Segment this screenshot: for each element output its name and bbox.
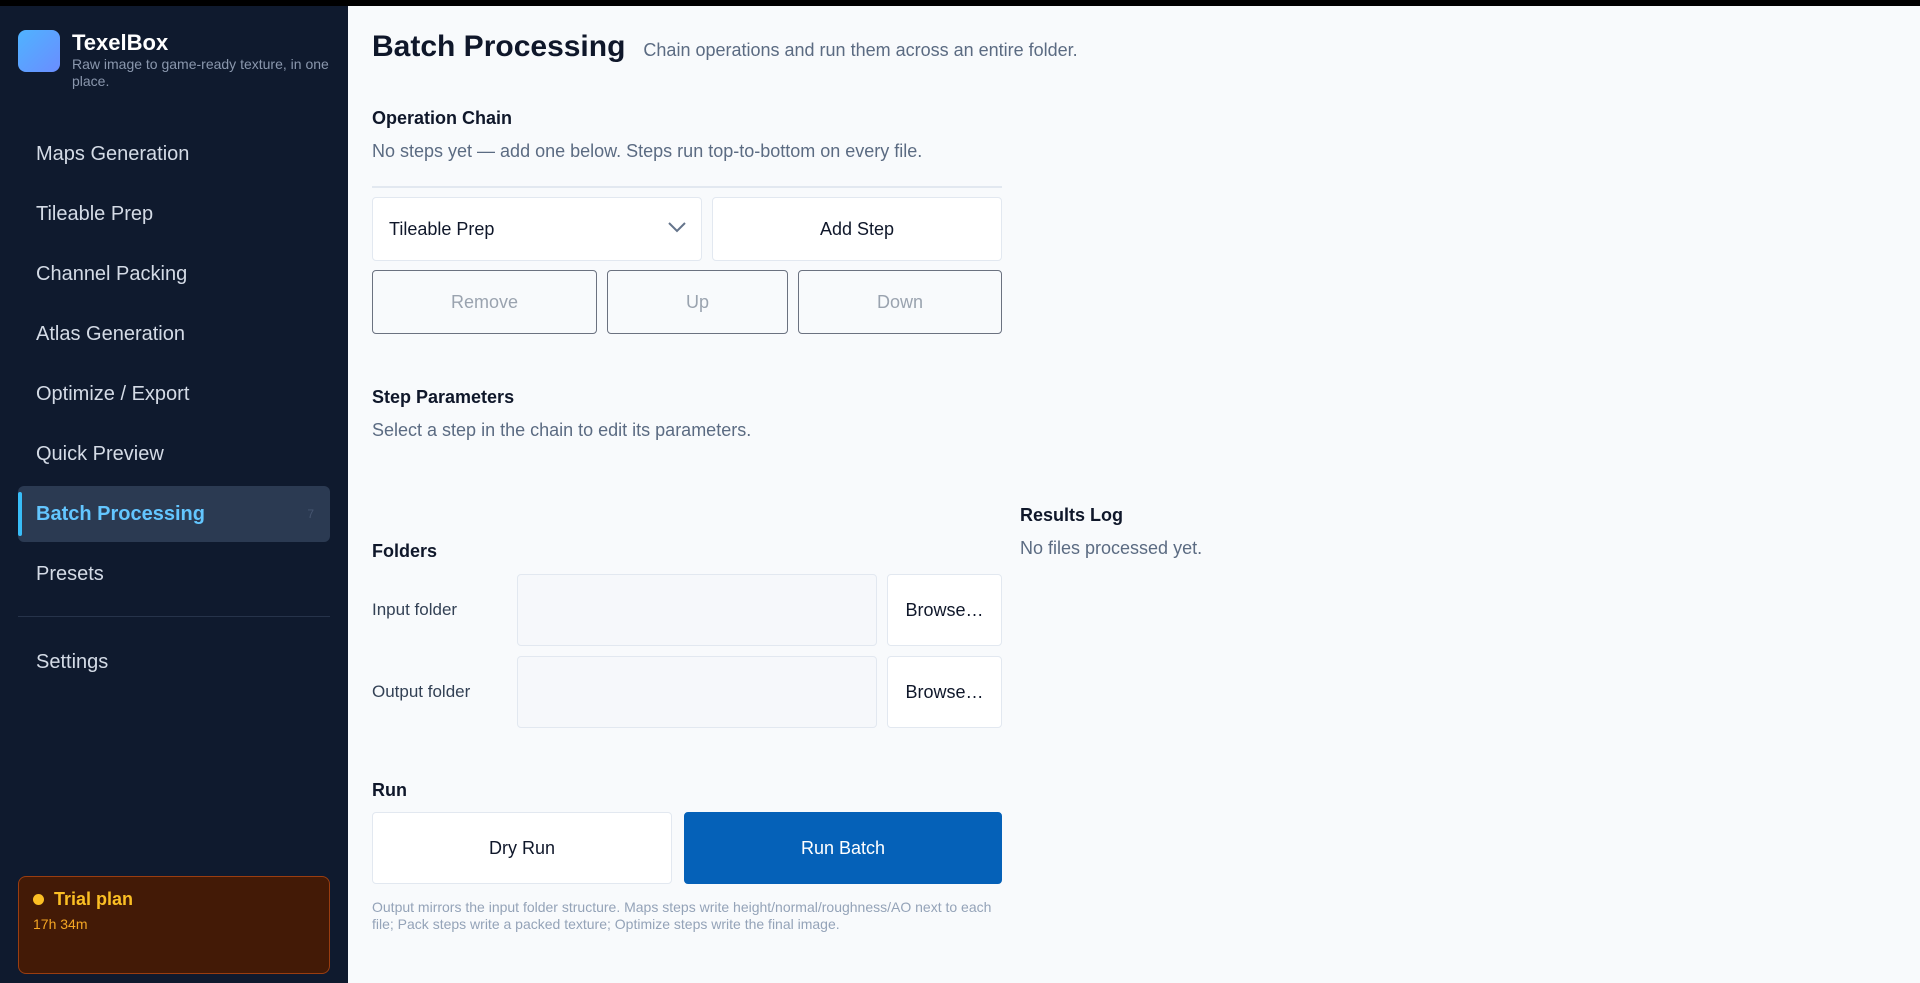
status-dot-icon [33, 894, 44, 905]
dry-run-button[interactable]: Dry Run [372, 812, 672, 884]
output-folder-field[interactable] [517, 656, 877, 728]
run-output-note: Output mirrors the input folder structur… [372, 899, 992, 932]
sidebar-item-channel-packing[interactable]: Channel Packing [18, 246, 330, 302]
app-name: TexelBox [72, 30, 169, 55]
sidebar-item-label: Atlas Generation [36, 322, 185, 345]
results-log-empty: No files processed yet. [1020, 538, 1203, 558]
input-folder-field[interactable] [517, 574, 877, 646]
browse-input-folder-button[interactable]: Browse… [887, 574, 1002, 646]
sidebar-item-tileable-prep[interactable]: Tileable Prep [18, 186, 330, 242]
sidebar-item-label: Presets [36, 562, 104, 585]
brand: TexelBox Raw image to game-ready texture… [18, 30, 332, 90]
operation-select-value: Tileable Prep [389, 218, 495, 239]
add-step-button[interactable]: Add Step [712, 197, 1002, 261]
sidebar-item-label: Tileable Prep [36, 202, 154, 225]
app-logo-icon [18, 30, 60, 72]
step-parameters-hint: Select a step in the chain to edit its p… [372, 420, 752, 440]
remove-step-button[interactable]: Remove [372, 270, 597, 334]
trial-time-left: 17h 34m [33, 916, 88, 932]
output-folder-label: Output folder [372, 682, 471, 701]
page-header: Batch Processing Chain operations and ru… [372, 30, 1078, 64]
trial-plan-card[interactable]: Trial plan 17h 34m [18, 876, 330, 974]
sidebar: TexelBox Raw image to game-ready texture… [0, 6, 348, 983]
operation-chain-empty-hint: No steps yet — add one below. Steps run … [372, 141, 923, 161]
sidebar-item-label: Optimize / Export [36, 382, 190, 405]
operation-chain-title: Operation Chain [372, 108, 513, 128]
sidebar-item-atlas-generation[interactable]: Atlas Generation [18, 306, 330, 362]
operation-select[interactable]: Tileable Prep [372, 197, 702, 261]
chevron-down-icon [668, 222, 686, 233]
shortcut-hint: 7 [307, 507, 314, 521]
sidebar-nav: Maps Generation Tileable Prep Channel Pa… [18, 126, 330, 606]
move-up-button[interactable]: Up [607, 270, 788, 334]
sidebar-item-quick-preview[interactable]: Quick Preview [18, 426, 330, 482]
run-title: Run [372, 780, 407, 800]
sidebar-divider [18, 616, 330, 617]
sidebar-item-presets[interactable]: Presets [18, 546, 330, 602]
chain-divider [372, 186, 1002, 188]
step-parameters-title: Step Parameters [372, 387, 515, 407]
folders-title: Folders [372, 541, 438, 561]
sidebar-item-label: Quick Preview [36, 442, 164, 465]
trial-plan-title: Trial plan [54, 889, 134, 909]
results-log-title: Results Log [1020, 505, 1124, 525]
sidebar-item-label: Batch Processing [36, 502, 205, 525]
main-content: Batch Processing Chain operations and ru… [372, 6, 1892, 983]
move-down-button[interactable]: Down [798, 270, 1002, 334]
sidebar-item-optimize-export[interactable]: Optimize / Export [18, 366, 330, 422]
sidebar-item-label: Settings [36, 650, 109, 673]
sidebar-item-settings[interactable]: Settings [18, 634, 330, 690]
sidebar-item-maps-generation[interactable]: Maps Generation [18, 126, 330, 182]
browse-output-folder-button[interactable]: Browse… [887, 656, 1002, 728]
sidebar-item-label: Maps Generation [36, 142, 190, 165]
app-tagline: Raw image to game-ready texture, in one … [72, 56, 329, 89]
sidebar-item-batch-processing[interactable]: Batch Processing 7 [18, 486, 330, 542]
page-title: Batch Processing [372, 30, 626, 63]
sidebar-item-label: Channel Packing [36, 262, 188, 285]
input-folder-label: Input folder [372, 600, 458, 619]
page-subtitle: Chain operations and run them across an … [643, 40, 1078, 60]
run-batch-button[interactable]: Run Batch [684, 812, 1002, 884]
